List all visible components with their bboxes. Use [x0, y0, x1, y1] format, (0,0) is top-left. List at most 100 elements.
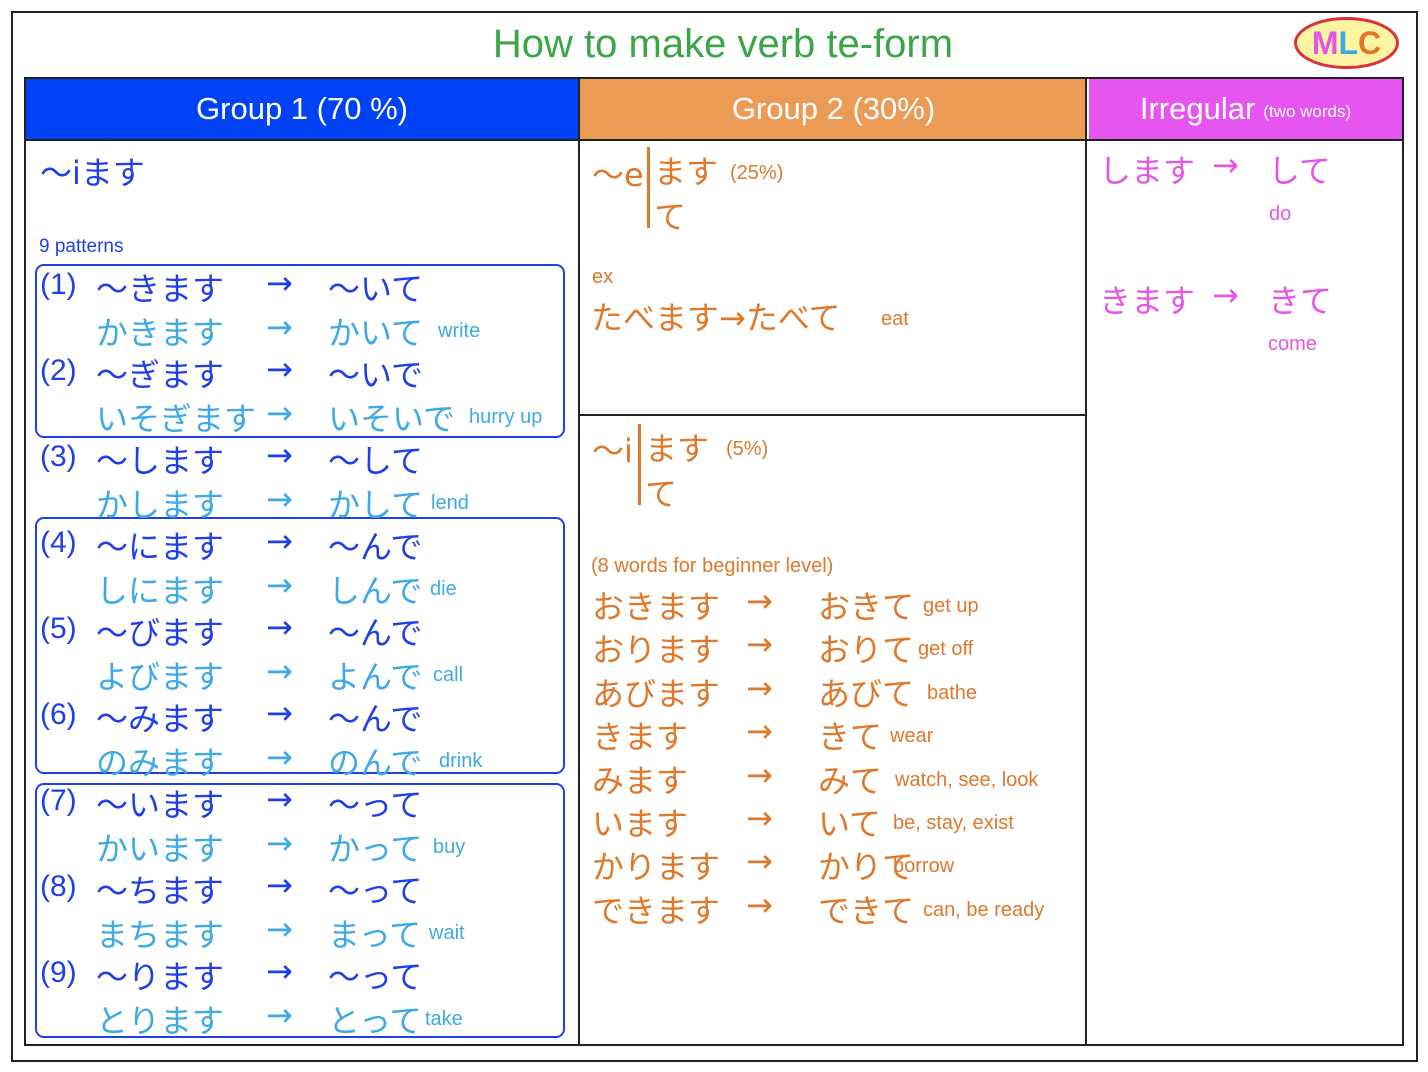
- example-masu-form: よびます: [96, 658, 225, 696]
- word-meaning: bathe: [927, 682, 978, 704]
- svg-text:MLC: MLC: [1312, 25, 1381, 61]
- page-title: How to make verb te-form: [492, 22, 954, 66]
- pattern-te-form: 〜いて: [328, 270, 424, 308]
- irregular-masu-form: きます: [1099, 282, 1196, 320]
- word-masu-form: できます: [592, 892, 721, 930]
- pattern-te-form: 〜して: [328, 442, 424, 480]
- example-meaning: die: [430, 578, 457, 600]
- column-divider: [1085, 79, 1087, 1044]
- irregular-meaning: come: [1268, 333, 1317, 355]
- pattern-te-form: 〜んで: [328, 614, 423, 652]
- irregular-meaning: do: [1269, 203, 1292, 225]
- example-masu-form: かきます: [96, 314, 225, 352]
- pattern-masu-form: 〜きます: [96, 270, 225, 308]
- example-te-form: かいて: [328, 314, 424, 352]
- word-te-form: あびて: [818, 675, 915, 713]
- word-masu-form: います: [592, 805, 689, 843]
- word-masu-form: みます: [592, 762, 689, 800]
- arrow: →: [746, 669, 773, 707]
- arrow: →: [266, 866, 293, 904]
- arrow: →: [266, 264, 293, 302]
- word-masu-form: かります: [592, 848, 721, 886]
- arrow: →: [746, 842, 773, 880]
- arrow: →: [746, 625, 773, 663]
- example-masu-form: いそぎます: [96, 400, 257, 438]
- word-meaning: can, be ready: [923, 899, 1045, 921]
- example-masu-form: のみます: [96, 744, 225, 782]
- arrow: →: [266, 694, 293, 732]
- stem-divider: [638, 424, 641, 505]
- example-te-form: よんで: [328, 658, 423, 696]
- example-te-form: かして: [328, 486, 424, 524]
- example-masu-form: かします: [96, 486, 225, 524]
- arrow: →: [746, 582, 773, 620]
- example-meaning: call: [433, 664, 464, 686]
- irregular-header: Irregular (two words): [1089, 79, 1402, 139]
- example-te-form: とって: [328, 1002, 422, 1040]
- word-te-form: いて: [818, 805, 882, 843]
- word-meaning: watch, see, look: [895, 769, 1039, 791]
- group1-rule: 〜iます: [40, 154, 145, 192]
- example-te-form: まって: [328, 916, 422, 954]
- pattern-te-form: 〜いで: [328, 356, 424, 394]
- word-te-form: できて: [818, 892, 915, 930]
- example-masu-form: しにます: [96, 572, 225, 610]
- arrow: →: [266, 910, 293, 948]
- example-meaning: take: [425, 1008, 463, 1030]
- arrow: →: [266, 996, 293, 1034]
- pattern-masu-form: 〜します: [96, 442, 225, 480]
- group2-e-rule: 〜e: [592, 156, 644, 194]
- header-divider: [26, 139, 1402, 141]
- example-conversion: たべます→たべて: [591, 299, 841, 337]
- irregular-te-form: して: [1268, 152, 1332, 190]
- arrow: →: [746, 712, 773, 750]
- example-te-form: のんで: [328, 744, 423, 782]
- group2-e-masu: ます: [654, 153, 719, 191]
- example-meaning: hurry up: [469, 406, 543, 428]
- group2-i-rule: 〜i: [592, 432, 633, 470]
- pattern-number: (7): [40, 784, 77, 817]
- pattern-number: (1): [40, 268, 77, 301]
- arrow: →: [266, 738, 293, 776]
- arrow: →: [1212, 276, 1239, 314]
- group2-e-te: て: [654, 198, 687, 236]
- stem-divider: [647, 147, 650, 228]
- example-meaning: lend: [431, 492, 469, 514]
- example-masu-form: とります: [96, 1002, 225, 1040]
- word-masu-form: きます: [592, 718, 689, 756]
- pattern-masu-form: 〜びます: [96, 614, 225, 652]
- group2-header: Group 2 (30%): [580, 79, 1087, 139]
- column-divider: [578, 79, 580, 1044]
- arrow: →: [266, 566, 293, 604]
- word-te-form: みて: [818, 762, 883, 800]
- example-te-form: かって: [328, 830, 423, 868]
- arrow: →: [266, 480, 293, 518]
- example-te-form: いそいで: [328, 400, 456, 438]
- group1-header: Group 1 (70 %): [26, 79, 578, 139]
- example-meaning: buy: [433, 836, 466, 858]
- example-label: ex: [592, 266, 614, 288]
- arrow: →: [266, 780, 293, 818]
- arrow: →: [266, 308, 293, 346]
- example-masu-form: かいます: [96, 830, 225, 868]
- arrow: →: [746, 799, 773, 837]
- group2-i-percent: (5%): [726, 438, 769, 460]
- arrow: →: [1212, 146, 1239, 184]
- pattern-te-form: 〜って: [328, 786, 423, 824]
- pattern-te-form: 〜んで: [328, 528, 423, 566]
- example-te-form: しんで: [328, 572, 423, 610]
- arrow: →: [266, 350, 293, 388]
- word-meaning: be, stay, exist: [893, 812, 1014, 834]
- pattern-masu-form: 〜ちます: [96, 872, 225, 910]
- beginner-words-label: (8 words for beginner level): [591, 555, 834, 577]
- pattern-number: (2): [40, 354, 77, 387]
- word-meaning: borrow: [893, 855, 955, 877]
- irregular-te-form: きて: [1268, 282, 1333, 320]
- word-te-form: おりて: [818, 631, 915, 669]
- group2-i-masu: ます: [645, 430, 710, 468]
- pattern-number: (4): [40, 526, 77, 559]
- word-masu-form: おります: [592, 631, 721, 669]
- pattern-masu-form: 〜みます: [96, 700, 225, 738]
- pattern-te-form: 〜って: [328, 872, 423, 910]
- arrow: →: [746, 886, 773, 924]
